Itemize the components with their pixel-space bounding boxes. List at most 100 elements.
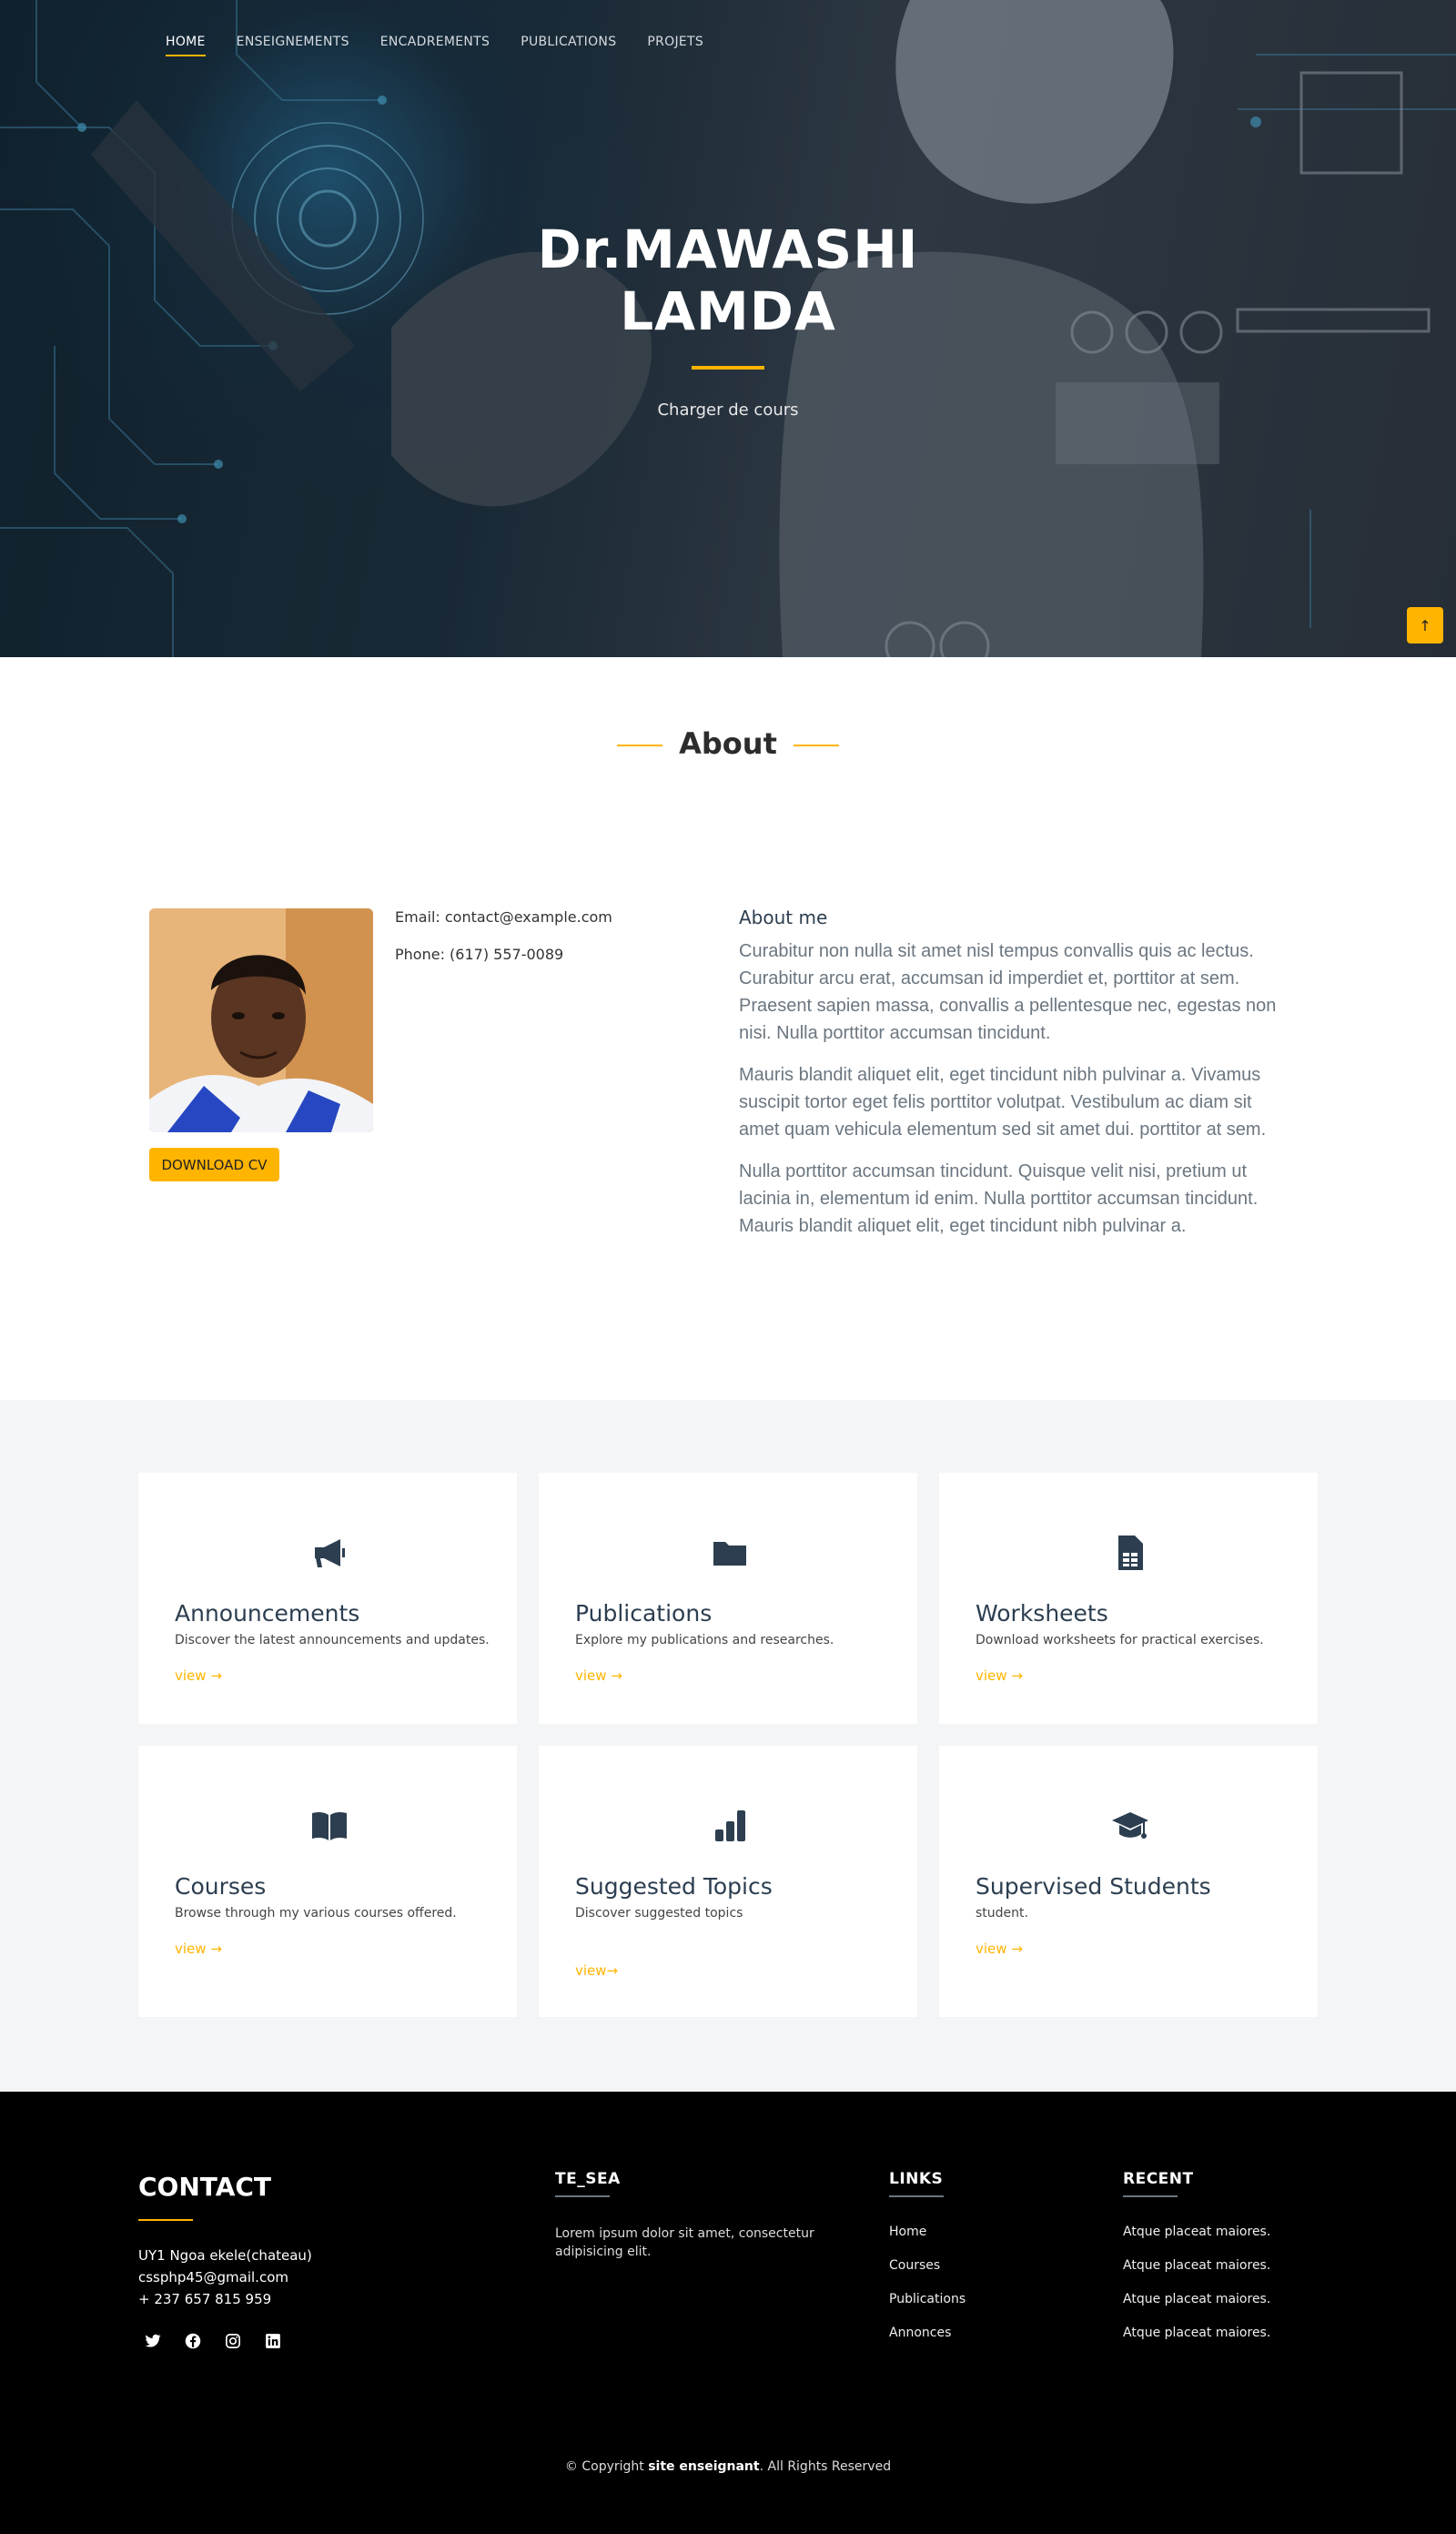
footer-tesea-title: TE_SEA bbox=[555, 2170, 621, 2197]
nav-publications[interactable]: PUBLICATIONS bbox=[521, 35, 616, 56]
book-icon bbox=[309, 1806, 349, 1846]
about-contact-info: Email: contact@example.com Phone: (617) … bbox=[395, 908, 612, 983]
folder-icon bbox=[710, 1533, 750, 1573]
card-courses[interactable]: Courses Browse through my various course… bbox=[138, 1746, 517, 2017]
copyright-site: site enseignant bbox=[648, 2459, 760, 2474]
nav-enseignements[interactable]: ENSEIGNEMENTS bbox=[237, 35, 349, 56]
card-view-link[interactable]: view → bbox=[976, 1667, 1023, 1684]
about-me: About me Curabitur non nulla sit amet ni… bbox=[739, 907, 1285, 1254]
card-view-label: view bbox=[175, 1667, 207, 1684]
footer: CONTACT UY1 Ngoa ekele(chateau) cssphp45… bbox=[0, 2092, 1456, 2534]
arrow-right-icon: → bbox=[606, 1962, 619, 1979]
card-view-link[interactable]: view → bbox=[175, 1941, 222, 1957]
about-title-text: About bbox=[679, 726, 777, 761]
footer-tesea-text: Lorem ipsum dolor sit amet, consectetur … bbox=[555, 2226, 814, 2259]
nav-encadrements[interactable]: ENCADREMENTS bbox=[380, 35, 490, 56]
arrow-up-icon: ↑ bbox=[1419, 616, 1431, 634]
card-description: student. bbox=[976, 1906, 1028, 1921]
footer-contact-underline bbox=[138, 2219, 193, 2221]
footer-links-title: LINKS bbox=[889, 2170, 945, 2197]
bar-chart-icon bbox=[710, 1806, 750, 1846]
about-section-title: About bbox=[0, 726, 1456, 761]
footer-recent-item[interactable]: Atque placeat maiores. bbox=[1123, 2292, 1270, 2326]
download-cv-button[interactable]: DOWNLOAD CV bbox=[149, 1148, 279, 1181]
social-links bbox=[142, 2330, 302, 2352]
footer-email[interactable]: cssphp45@gmail.com bbox=[138, 2266, 312, 2288]
footer-recent-item[interactable]: Atque placeat maiores. bbox=[1123, 2225, 1270, 2258]
profile-photo bbox=[149, 908, 373, 1132]
about-paragraph: Nulla porttitor accumsan tincidunt. Quis… bbox=[739, 1161, 1259, 1236]
graduation-cap-icon bbox=[1110, 1806, 1150, 1846]
linkedin-icon[interactable] bbox=[262, 2330, 284, 2352]
card-title: Supervised Students bbox=[976, 1873, 1211, 1900]
card-view-label: view bbox=[575, 1962, 607, 1979]
card-title: Publications bbox=[575, 1600, 713, 1627]
card-title: Worksheets bbox=[976, 1600, 1108, 1627]
footer-phone: + 237 657 815 959 bbox=[138, 2291, 272, 2307]
card-description: Discover suggested topics bbox=[575, 1906, 743, 1921]
footer-recent-item[interactable]: Atque placeat maiores. bbox=[1123, 2326, 1270, 2359]
footer-address: UY1 Ngoa ekele(chateau) bbox=[138, 2247, 312, 2264]
card-view-link[interactable]: view → bbox=[976, 1941, 1023, 1957]
profile-photo-image bbox=[149, 908, 373, 1132]
footer-contact-details: UY1 Ngoa ekele(chateau) cssphp45@gmail.c… bbox=[138, 2245, 312, 2310]
card-description: Browse through my various courses offere… bbox=[175, 1906, 457, 1921]
copyright-prefix: © Copyright bbox=[564, 2459, 649, 2474]
card-title: Suggested Topics bbox=[575, 1873, 773, 1900]
card-view-label: view bbox=[575, 1667, 607, 1684]
nav-projets[interactable]: PROJETS bbox=[647, 35, 703, 56]
copyright: © Copyright site enseignant. All Rights … bbox=[0, 2459, 1456, 2474]
footer-link-home[interactable]: Home bbox=[889, 2225, 966, 2258]
arrow-right-icon: → bbox=[210, 1941, 222, 1957]
card-publications[interactable]: Publications Explore my publications and… bbox=[539, 1473, 917, 1724]
footer-recent-item[interactable]: Atque placeat maiores. bbox=[1123, 2258, 1270, 2292]
card-description: Download worksheets for practical exerci… bbox=[976, 1633, 1264, 1647]
title-left-line bbox=[617, 745, 663, 746]
card-view-label: view bbox=[175, 1941, 207, 1957]
card-description: Discover the latest announcements and up… bbox=[175, 1633, 490, 1647]
footer-links-list: Home Courses Publications Annonces bbox=[889, 2225, 966, 2359]
footer-recent-title: RECENT bbox=[1123, 2170, 1194, 2197]
arrow-right-icon: → bbox=[611, 1667, 622, 1684]
back-to-top-button[interactable]: ↑ bbox=[1407, 607, 1443, 644]
card-title: Courses bbox=[175, 1873, 267, 1900]
hero-title-line1: Dr.MAWASHI bbox=[537, 218, 919, 280]
card-view-label: view bbox=[976, 1667, 1007, 1684]
arrow-right-icon: → bbox=[1011, 1941, 1023, 1957]
arrow-right-icon: → bbox=[1011, 1667, 1023, 1684]
copyright-suffix: . All Rights Reserved bbox=[759, 2459, 892, 2474]
main-nav: HOME ENSEIGNEMENTS ENCADREMENTS PUBLICAT… bbox=[166, 35, 734, 56]
hero-title: Dr.MAWASHI LAMDA bbox=[0, 218, 1456, 342]
card-supervised-students[interactable]: Supervised Students student. view → bbox=[939, 1746, 1318, 2017]
card-suggested-topics[interactable]: Suggested Topics Discover suggested topi… bbox=[539, 1746, 917, 2017]
facebook-icon[interactable] bbox=[182, 2330, 204, 2352]
card-description: Explore my publications and researches. bbox=[575, 1633, 834, 1647]
about-me-heading: About me bbox=[739, 907, 828, 928]
twitter-icon[interactable] bbox=[142, 2330, 164, 2352]
about-paragraph: Curabitur non nulla sit amet nisl tempus… bbox=[739, 941, 1277, 1043]
footer-link-publications[interactable]: Publications bbox=[889, 2292, 966, 2326]
footer-link-courses[interactable]: Courses bbox=[889, 2258, 966, 2292]
title-right-line bbox=[793, 745, 839, 746]
hero-section: HOME ENSEIGNEMENTS ENCADREMENTS PUBLICAT… bbox=[0, 0, 1456, 657]
nav-home[interactable]: HOME bbox=[166, 35, 206, 56]
card-announcements[interactable]: Announcements Discover the latest announ… bbox=[138, 1473, 517, 1724]
megaphone-icon bbox=[309, 1533, 349, 1573]
card-worksheets[interactable]: Worksheets Download worksheets for pract… bbox=[939, 1473, 1318, 1724]
about-email: Email: contact@example.com bbox=[395, 908, 612, 926]
about-phone: Phone: (617) 557-0089 bbox=[395, 946, 564, 963]
hero-title-line2: LAMDA bbox=[620, 280, 836, 342]
card-view-label: view bbox=[976, 1941, 1007, 1957]
footer-link-annonces[interactable]: Annonces bbox=[889, 2326, 966, 2359]
footer-contact-title: CONTACT bbox=[138, 2172, 272, 2202]
instagram-icon[interactable] bbox=[222, 2330, 244, 2352]
about-paragraph: Mauris blandit aliquet elit, eget tincid… bbox=[739, 1065, 1267, 1140]
hero-divider bbox=[692, 366, 764, 370]
spreadsheet-icon bbox=[1110, 1533, 1150, 1573]
hero-subtitle: Charger de cours bbox=[657, 400, 799, 420]
card-view-link[interactable]: view → bbox=[175, 1667, 222, 1684]
arrow-right-icon: → bbox=[210, 1667, 222, 1684]
card-view-link[interactable]: view → bbox=[575, 1667, 622, 1684]
footer-recent-list: Atque placeat maiores. Atque placeat mai… bbox=[1123, 2225, 1270, 2359]
card-view-link[interactable]: view→ bbox=[575, 1962, 618, 1979]
